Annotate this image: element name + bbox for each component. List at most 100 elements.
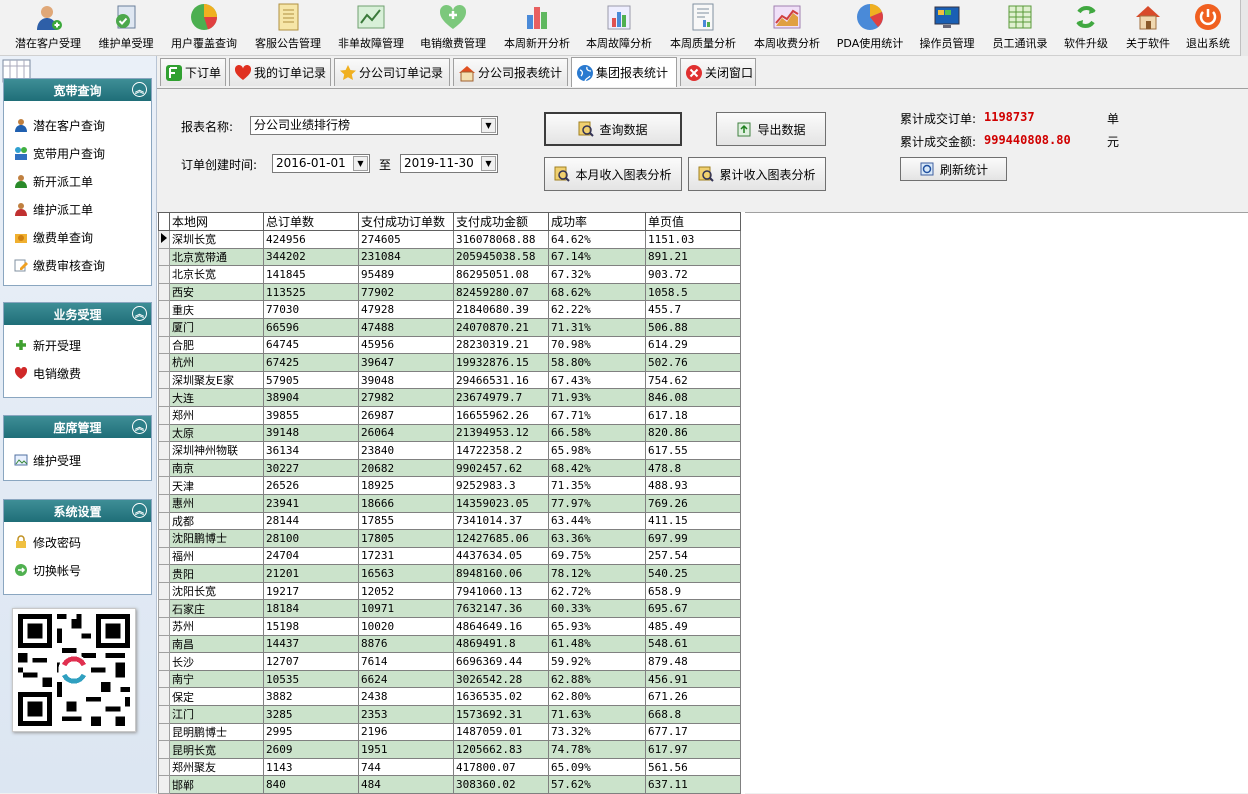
table-row[interactable]: 郑州聚友1143744417800.0765.09%561.56 [159,758,741,776]
table-row[interactable]: 惠州239411866614359023.0577.97%769.26 [159,494,741,512]
row-selector[interactable] [159,758,170,776]
table-row[interactable]: 南昌1443788764869491.861.48%548.61 [159,635,741,653]
panel-header[interactable]: 系统设置︽ [4,500,151,522]
row-selector[interactable] [159,600,170,618]
toolbar-fee-analysis[interactable]: 本周收费分析 [750,2,824,54]
sidebar-item-change-password[interactable]: 修改密码 [4,528,151,556]
tab-place-order[interactable]: 下订单 [160,58,226,86]
table-row[interactable]: 北京长宽1418459548986295051.0867.32%903.72 [159,266,741,284]
toolbar-potential-customer[interactable]: 潜在客户受理 [8,2,88,54]
table-row[interactable]: 天津26526189259252983.371.35%488.93 [159,477,741,495]
row-selector[interactable] [159,670,170,688]
table-row[interactable]: 昆明鹏博士299521961487059.0173.32%677.17 [159,723,741,741]
panel-header[interactable]: 宽带查询︽ [4,79,151,101]
table-row[interactable]: 深圳聚友E家579053904829466531.1667.43%754.62 [159,371,741,389]
table-row[interactable]: 厦门665964748824070870.2171.31%506.88 [159,318,741,336]
collapse-icon[interactable]: ︽ [132,82,147,97]
toolbar-operator-manage[interactable]: 操作员管理 [914,2,980,54]
toolbar-about[interactable]: 关于软件 [1120,2,1176,54]
row-selector[interactable] [159,530,170,548]
table-row[interactable]: 郑州398552698716655962.2667.71%617.18 [159,406,741,424]
report-name-select[interactable]: 分公司业绩排行榜▼ [250,116,498,135]
column-header[interactable]: 单页值 [646,213,741,231]
toolbar-employee-contacts[interactable]: 员工通讯录 [988,2,1052,54]
column-header[interactable]: 支付成功订单数 [359,213,454,231]
column-header[interactable]: 支付成功金额 [454,213,549,231]
table-row[interactable]: 沈阳长宽19217120527941060.1362.72%658.9 [159,582,741,600]
toolbar-fault-analysis[interactable]: 本周故障分析 [582,2,656,54]
toolbar-software-upgrade[interactable]: 软件升级 [1058,2,1114,54]
sidebar-item-telesale-payment[interactable]: 电销缴费 [4,359,151,387]
row-selector[interactable] [159,459,170,477]
toolbar-maintenance-order[interactable]: 维护单受理 [92,2,160,54]
collapse-icon[interactable]: ︽ [132,503,147,518]
row-selector[interactable] [159,424,170,442]
table-row[interactable]: 江门328523531573692.3171.63%668.8 [159,706,741,724]
toolbar-coverage-query[interactable]: 用户覆盖查询 [166,2,242,54]
row-selector[interactable] [159,266,170,284]
sidebar-item-new-accept[interactable]: 新开受理 [4,331,151,359]
row-selector[interactable] [159,776,170,794]
table-row[interactable]: 邯郸840484308360.0257.62%637.11 [159,776,741,794]
row-selector[interactable] [159,618,170,636]
row-selector[interactable] [159,371,170,389]
row-selector[interactable] [159,477,170,495]
collapse-icon[interactable]: ︽ [132,306,147,321]
table-row[interactable]: 石家庄18184109717632147.3660.33%695.67 [159,600,741,618]
table-row[interactable]: 福州24704172314437634.0569.75%257.54 [159,547,741,565]
tab-branch-orders[interactable]: 分公司订单记录 [334,58,450,86]
sidebar-item-switch-account[interactable]: 切换帐号 [4,556,151,584]
month-chart-button[interactable]: 本月收入图表分析 [544,157,682,191]
toolbar-quality-analysis[interactable]: 本周质量分析 [664,2,742,54]
sidebar-item-maintenance-accept[interactable]: 维护受理 [4,446,151,474]
row-selector[interactable] [159,582,170,600]
table-row[interactable]: 杭州674253964719932876.1558.80%502.76 [159,354,741,372]
row-selector[interactable] [159,389,170,407]
row-selector[interactable] [159,565,170,583]
row-selector[interactable] [159,723,170,741]
panel-header[interactable]: 座席管理︽ [4,416,151,438]
toolbar-pda-stats[interactable]: PDA使用统计 [834,2,906,54]
tab-my-orders[interactable]: 我的订单记录 [229,58,331,86]
chevron-down-icon[interactable]: ▼ [353,156,368,171]
sidebar-item-new-dispatch[interactable]: 新开派工单 [4,167,151,195]
sidebar-item-broadband-user[interactable]: 宽带用户查询 [4,139,151,167]
table-row[interactable]: 深圳长宽424956274605316078068.8864.62%1151.0… [159,231,741,249]
table-row[interactable]: 成都28144178557341014.3763.44%411.15 [159,512,741,530]
table-row[interactable]: 重庆770304792821840680.3962.22%455.7 [159,301,741,319]
table-row[interactable]: 保定388224381636535.0262.80%671.26 [159,688,741,706]
table-row[interactable]: 南京30227206829902457.6268.42%478.8 [159,459,741,477]
row-selector[interactable] [159,688,170,706]
table-row[interactable]: 北京宽带通344202231084205945038.5867.14%891.2… [159,248,741,266]
panel-header[interactable]: 业务受理︽ [4,303,151,325]
query-button[interactable]: 查询数据 [544,112,682,146]
table-row[interactable]: 深圳神州物联361342384014722358.265.98%617.55 [159,442,741,460]
row-selector[interactable] [159,635,170,653]
row-selector[interactable] [159,406,170,424]
tab-group-report[interactable]: 集团报表统计 [571,57,677,87]
refresh-stats-button[interactable]: 刷新统计 [900,157,1007,181]
table-row[interactable]: 南宁1053566243026542.2862.88%456.91 [159,670,741,688]
column-header[interactable]: 本地网 [170,213,264,231]
table-row[interactable]: 合肥647454595628230319.2170.98%614.29 [159,336,741,354]
row-selector[interactable] [159,494,170,512]
row-selector[interactable] [159,248,170,266]
sidebar-item-potential-customer[interactable]: 潜在客户查询 [4,111,151,139]
table-row[interactable]: 沈阳鹏博士281001780512427685.0663.36%697.99 [159,530,741,548]
date-to-picker[interactable]: 2019-11-30▼ [400,154,498,173]
row-selector[interactable] [159,442,170,460]
row-selector-arrow-icon[interactable] [159,231,170,249]
toolbar-fault-manage[interactable]: 非单故障管理 [334,2,408,54]
chevron-down-icon[interactable]: ▼ [481,118,496,133]
export-button[interactable]: 导出数据 [716,112,826,146]
toolbar-new-analysis[interactable]: 本周新开分析 [500,2,574,54]
toolbar-exit[interactable]: 退出系统 [1180,2,1236,54]
sidebar-item-maintenance-dispatch[interactable]: 维护派工单 [4,195,151,223]
row-selector[interactable] [159,741,170,759]
total-chart-button[interactable]: 累计收入图表分析 [688,157,826,191]
sidebar-item-payment-audit[interactable]: 缴费审核查询 [4,251,151,279]
table-row[interactable]: 长沙1270776146696369.4459.92%879.48 [159,653,741,671]
table-row[interactable]: 西安1135257790282459280.0768.62%1058.5 [159,283,741,301]
tab-close-window[interactable]: 关闭窗口 [680,58,756,86]
toolbar-notice-manage[interactable]: 客服公告管理 [250,2,326,54]
